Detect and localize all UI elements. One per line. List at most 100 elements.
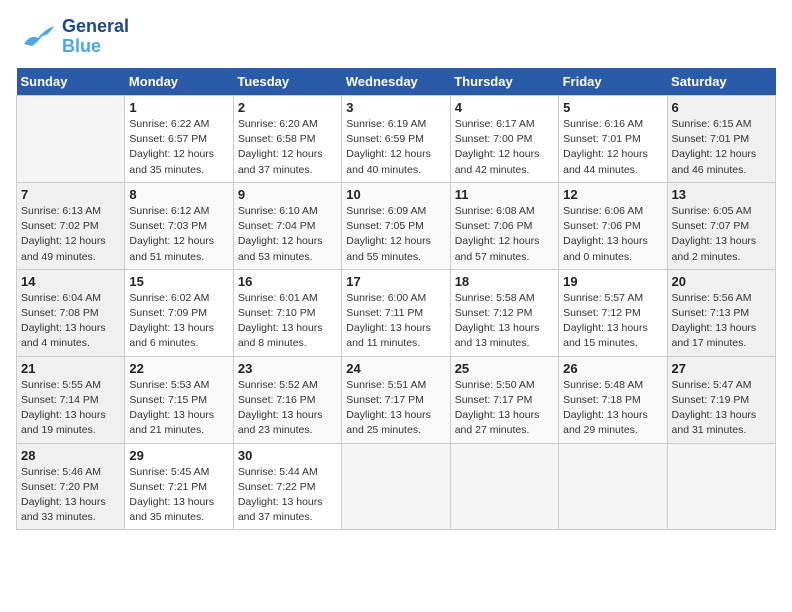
day-info: Sunrise: 6:02 AMSunset: 7:09 PMDaylight:… (129, 291, 228, 352)
day-info: Sunrise: 6:13 AMSunset: 7:02 PMDaylight:… (21, 204, 120, 265)
day-info: Sunrise: 6:20 AMSunset: 6:58 PMDaylight:… (238, 117, 337, 178)
page-header: General Blue (16, 16, 776, 58)
day-number: 24 (346, 361, 445, 376)
day-number: 18 (455, 274, 554, 289)
day-number: 10 (346, 187, 445, 202)
weekday-header: Sunday (17, 68, 125, 96)
logo: General Blue (16, 16, 129, 58)
calendar-cell: 28 Sunrise: 5:46 AMSunset: 7:20 PMDayligh… (17, 443, 125, 530)
day-number: 20 (672, 274, 771, 289)
calendar-row: 21 Sunrise: 5:55 AMSunset: 7:14 PMDayligh… (17, 356, 776, 443)
calendar-row: 28 Sunrise: 5:46 AMSunset: 7:20 PMDayligh… (17, 443, 776, 530)
calendar-cell: 16 Sunrise: 6:01 AMSunset: 7:10 PMDayligh… (233, 269, 341, 356)
logo-text-block: General Blue (62, 17, 129, 57)
calendar-row: 1 Sunrise: 6:22 AMSunset: 6:57 PMDaylight… (17, 96, 776, 183)
logo-general: General (62, 17, 129, 37)
day-number: 16 (238, 274, 337, 289)
day-info: Sunrise: 5:50 AMSunset: 7:17 PMDaylight:… (455, 378, 554, 439)
day-number: 6 (672, 100, 771, 115)
day-number: 11 (455, 187, 554, 202)
day-number: 19 (563, 274, 662, 289)
day-info: Sunrise: 5:51 AMSunset: 7:17 PMDaylight:… (346, 378, 445, 439)
calendar-table: SundayMondayTuesdayWednesdayThursdayFrid… (16, 68, 776, 530)
day-number: 5 (563, 100, 662, 115)
day-number: 13 (672, 187, 771, 202)
day-number: 30 (238, 448, 337, 463)
calendar-cell: 10 Sunrise: 6:09 AMSunset: 7:05 PMDayligh… (342, 182, 450, 269)
calendar-cell (559, 443, 667, 530)
day-info: Sunrise: 5:56 AMSunset: 7:13 PMDaylight:… (672, 291, 771, 352)
weekday-header: Friday (559, 68, 667, 96)
day-number: 8 (129, 187, 228, 202)
day-number: 27 (672, 361, 771, 376)
day-info: Sunrise: 6:04 AMSunset: 7:08 PMDaylight:… (21, 291, 120, 352)
calendar-cell (450, 443, 558, 530)
calendar-cell: 14 Sunrise: 6:04 AMSunset: 7:08 PMDayligh… (17, 269, 125, 356)
calendar-cell: 13 Sunrise: 6:05 AMSunset: 7:07 PMDayligh… (667, 182, 775, 269)
day-info: Sunrise: 5:45 AMSunset: 7:21 PMDaylight:… (129, 465, 228, 526)
calendar-cell: 24 Sunrise: 5:51 AMSunset: 7:17 PMDayligh… (342, 356, 450, 443)
day-info: Sunrise: 5:52 AMSunset: 7:16 PMDaylight:… (238, 378, 337, 439)
calendar-cell: 6 Sunrise: 6:15 AMSunset: 7:01 PMDaylight… (667, 96, 775, 183)
header-row: SundayMondayTuesdayWednesdayThursdayFrid… (17, 68, 776, 96)
day-info: Sunrise: 6:08 AMSunset: 7:06 PMDaylight:… (455, 204, 554, 265)
calendar-cell: 12Sunrise: 6:06 AMSunset: 7:06 PMDayligh… (559, 182, 667, 269)
day-number: 1 (129, 100, 228, 115)
calendar-cell: 21 Sunrise: 5:55 AMSunset: 7:14 PMDayligh… (17, 356, 125, 443)
day-number: 28 (21, 448, 120, 463)
day-info: Sunrise: 5:47 AMSunset: 7:19 PMDaylight:… (672, 378, 771, 439)
day-info: Sunrise: 6:16 AMSunset: 7:01 PMDaylight:… (563, 117, 662, 178)
calendar-cell: 30 Sunrise: 5:44 AMSunset: 7:22 PMDayligh… (233, 443, 341, 530)
day-number: 3 (346, 100, 445, 115)
day-info: Sunrise: 6:17 AMSunset: 7:00 PMDaylight:… (455, 117, 554, 178)
calendar-cell: 2Sunrise: 6:20 AMSunset: 6:58 PMDaylight… (233, 96, 341, 183)
day-info: Sunrise: 6:22 AMSunset: 6:57 PMDaylight:… (129, 117, 228, 178)
day-info: Sunrise: 5:55 AMSunset: 7:14 PMDaylight:… (21, 378, 120, 439)
day-number: 29 (129, 448, 228, 463)
day-info: Sunrise: 5:48 AMSunset: 7:18 PMDaylight:… (563, 378, 662, 439)
day-info: Sunrise: 5:53 AMSunset: 7:15 PMDaylight:… (129, 378, 228, 439)
day-info: Sunrise: 5:58 AMSunset: 7:12 PMDaylight:… (455, 291, 554, 352)
day-number: 26 (563, 361, 662, 376)
calendar-cell: 22 Sunrise: 5:53 AMSunset: 7:15 PMDayligh… (125, 356, 233, 443)
calendar-cell: 8 Sunrise: 6:12 AMSunset: 7:03 PMDaylight… (125, 182, 233, 269)
day-info: Sunrise: 6:05 AMSunset: 7:07 PMDaylight:… (672, 204, 771, 265)
calendar-cell: 19 Sunrise: 5:57 AMSunset: 7:12 PMDayligh… (559, 269, 667, 356)
day-number: 21 (21, 361, 120, 376)
day-info: Sunrise: 6:06 AMSunset: 7:06 PMDaylight:… (563, 204, 662, 265)
day-number: 7 (21, 187, 120, 202)
calendar-cell (342, 443, 450, 530)
day-number: 25 (455, 361, 554, 376)
weekday-header: Thursday (450, 68, 558, 96)
day-number: 22 (129, 361, 228, 376)
calendar-row: 7 Sunrise: 6:13 AMSunset: 7:02 PMDaylight… (17, 182, 776, 269)
calendar-cell: 25 Sunrise: 5:50 AMSunset: 7:17 PMDayligh… (450, 356, 558, 443)
day-number: 17 (346, 274, 445, 289)
calendar-cell: 26 Sunrise: 5:48 AMSunset: 7:18 PMDayligh… (559, 356, 667, 443)
day-info: Sunrise: 6:12 AMSunset: 7:03 PMDaylight:… (129, 204, 228, 265)
day-info: Sunrise: 5:44 AMSunset: 7:22 PMDaylight:… (238, 465, 337, 526)
calendar-cell: 23Sunrise: 5:52 AMSunset: 7:16 PMDayligh… (233, 356, 341, 443)
calendar-cell: 9Sunrise: 6:10 AMSunset: 7:04 PMDaylight… (233, 182, 341, 269)
weekday-header: Monday (125, 68, 233, 96)
calendar-cell: 18 Sunrise: 5:58 AMSunset: 7:12 PMDayligh… (450, 269, 558, 356)
calendar-cell: 5 Sunrise: 6:16 AMSunset: 7:01 PMDaylight… (559, 96, 667, 183)
calendar-cell: 27 Sunrise: 5:47 AMSunset: 7:19 PMDayligh… (667, 356, 775, 443)
calendar-cell: 4 Sunrise: 6:17 AMSunset: 7:00 PMDaylight… (450, 96, 558, 183)
day-info: Sunrise: 6:00 AMSunset: 7:11 PMDaylight:… (346, 291, 445, 352)
day-info: Sunrise: 6:09 AMSunset: 7:05 PMDaylight:… (346, 204, 445, 265)
day-info: Sunrise: 6:15 AMSunset: 7:01 PMDaylight:… (672, 117, 771, 178)
day-info: Sunrise: 6:19 AMSunset: 6:59 PMDaylight:… (346, 117, 445, 178)
day-number: 4 (455, 100, 554, 115)
calendar-cell: 11 Sunrise: 6:08 AMSunset: 7:06 PMDayligh… (450, 182, 558, 269)
weekday-header: Wednesday (342, 68, 450, 96)
day-info: Sunrise: 5:57 AMSunset: 7:12 PMDaylight:… (563, 291, 662, 352)
calendar-cell: 17 Sunrise: 6:00 AMSunset: 7:11 PMDayligh… (342, 269, 450, 356)
day-info: Sunrise: 5:46 AMSunset: 7:20 PMDaylight:… (21, 465, 120, 526)
calendar-cell: 3 Sunrise: 6:19 AMSunset: 6:59 PMDaylight… (342, 96, 450, 183)
calendar-cell (17, 96, 125, 183)
day-info: Sunrise: 6:01 AMSunset: 7:10 PMDaylight:… (238, 291, 337, 352)
calendar-cell: 7 Sunrise: 6:13 AMSunset: 7:02 PMDaylight… (17, 182, 125, 269)
day-number: 14 (21, 274, 120, 289)
calendar-cell: 15Sunrise: 6:02 AMSunset: 7:09 PMDayligh… (125, 269, 233, 356)
